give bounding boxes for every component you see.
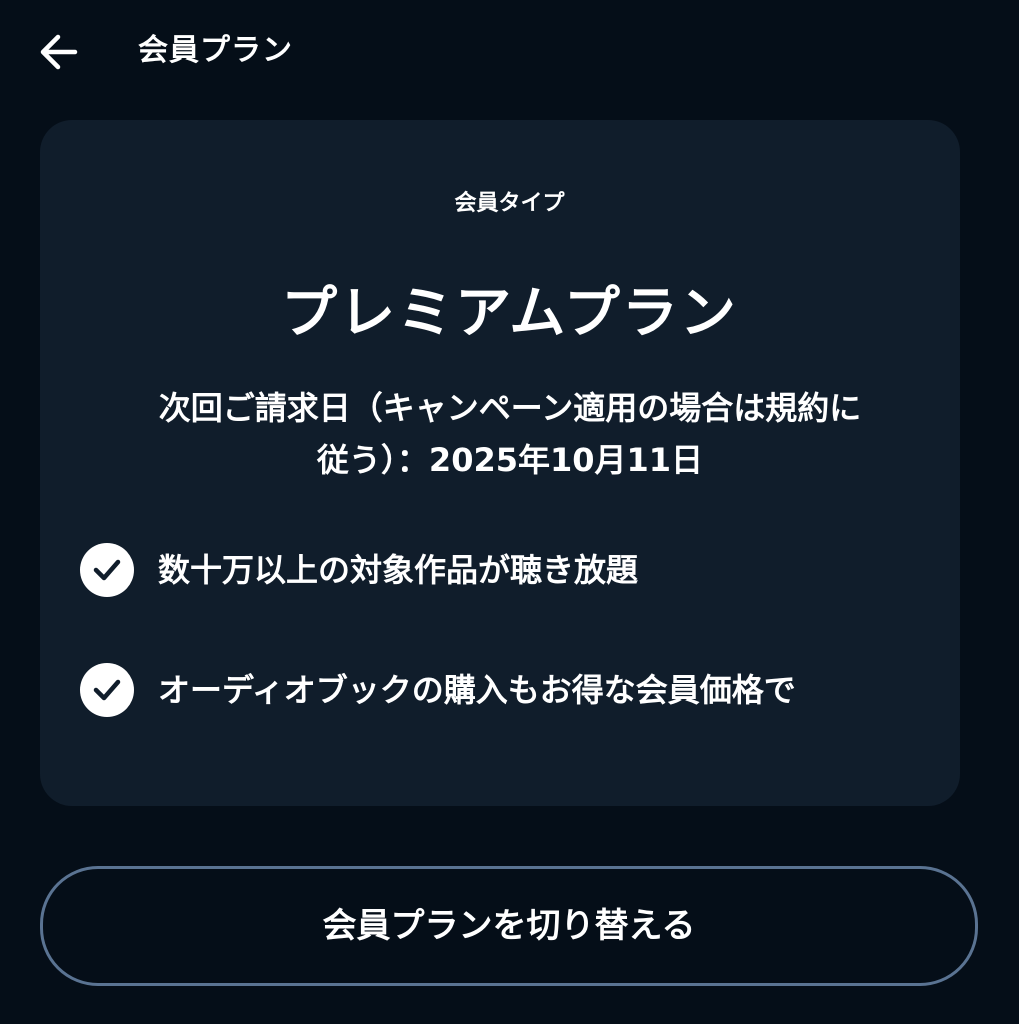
next-billing-text-line1: 次回ご請求日（キャンペーン適用の場合は規約に	[158, 389, 862, 427]
page-title: 会員プラン	[138, 33, 293, 68]
back-button[interactable]	[30, 26, 86, 78]
feature-text: オーディオブックの購入もお得な会員価格で	[158, 671, 796, 709]
feature-text: 数十万以上の対象作品が聴き放題	[158, 551, 639, 589]
plan-type-label: 会員タイプ	[454, 191, 565, 216]
feature-item: 数十万以上の対象作品が聴き放題	[80, 542, 638, 598]
arrow-left-icon	[40, 34, 78, 70]
plan-name: プレミアムプラン	[281, 281, 738, 346]
app-header: 会員プラン	[0, 0, 1019, 100]
switch-plan-label: 会員プランを切り替える	[322, 906, 696, 946]
check-circle-icon	[80, 663, 134, 717]
feature-item: オーディオブックの購入もお得な会員価格で	[80, 662, 796, 718]
switch-plan-button[interactable]: 会員プランを切り替える	[40, 866, 978, 986]
next-billing-text-line2: 従う）：2025年10月11日	[316, 441, 704, 479]
check-circle-icon	[80, 543, 134, 597]
